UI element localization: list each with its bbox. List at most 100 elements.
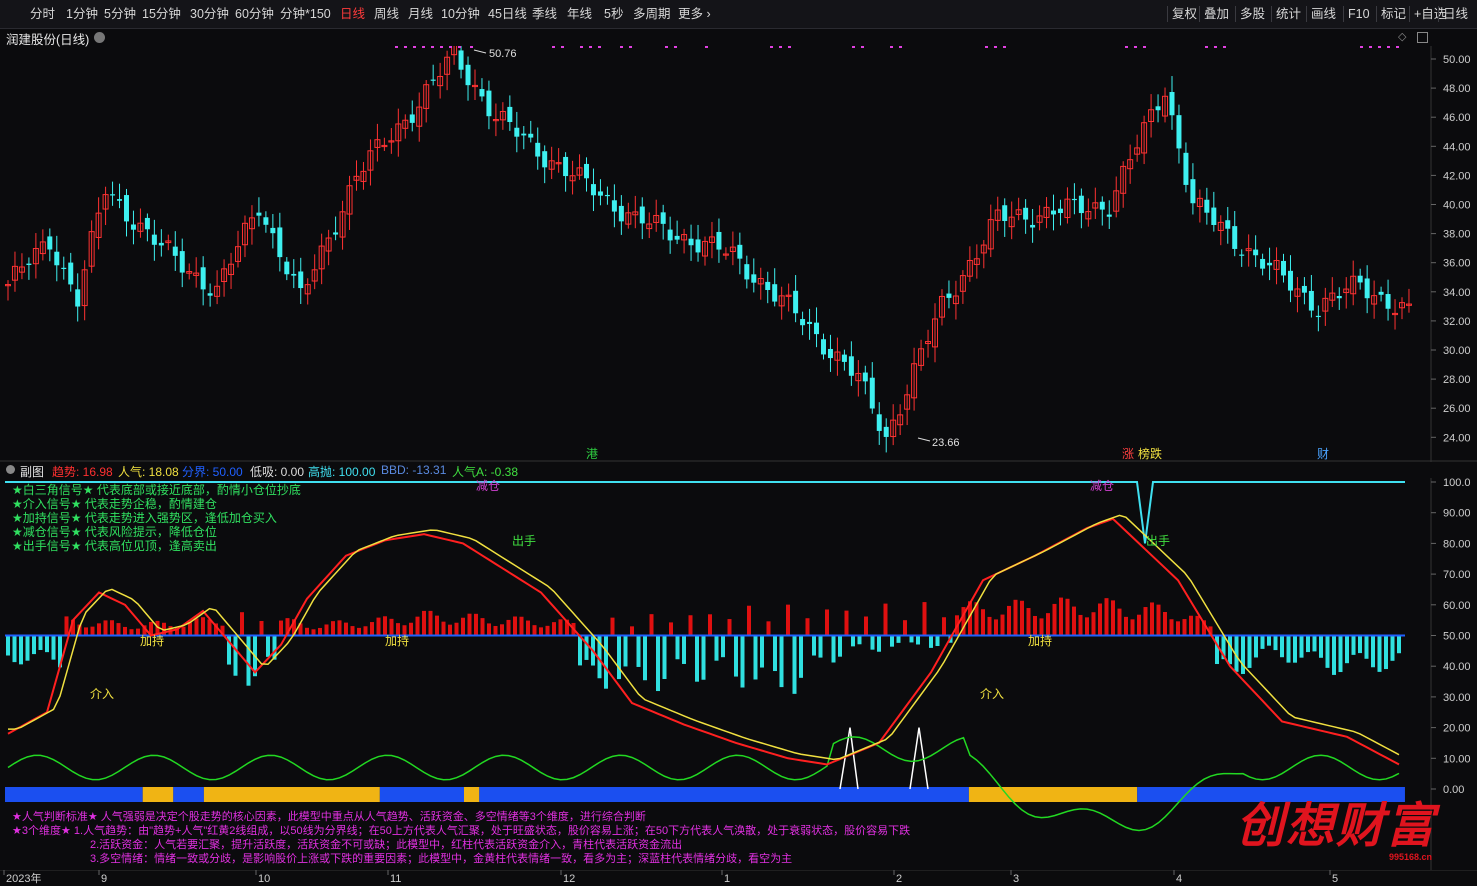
capital-in-bar (376, 617, 381, 636)
capital-out-bar (799, 635, 803, 678)
capital-in-bar (1130, 619, 1135, 636)
candle-body (1002, 205, 1008, 222)
capital-in-bar (201, 617, 205, 636)
x-tick-label: 1 (724, 873, 730, 885)
capital-in-bar (552, 622, 556, 636)
toolbar-right-2[interactable]: 多股 (1240, 0, 1265, 28)
sentiment-bar (5, 787, 143, 802)
candle-body (1106, 214, 1112, 217)
toolbar-right-1[interactable]: 叠加 (1204, 0, 1229, 28)
capital-out-bar (584, 635, 589, 660)
capital-in-bar (1111, 600, 1115, 636)
capital-in-bar (428, 610, 433, 636)
capital-out-bar (1241, 635, 1245, 674)
candle-body (820, 339, 826, 355)
toolbar-right-4[interactable]: 画线 (1311, 0, 1336, 28)
capital-in-bar (1046, 613, 1050, 636)
candle-body (486, 90, 492, 117)
toolbar-right-8[interactable]: 日线 (1443, 0, 1468, 28)
diamond-icon[interactable]: ◇ (1398, 30, 1406, 43)
legend-line: ★介入信号★ 代表走势企稳，酌情建仓 (12, 496, 217, 511)
toolbar-item-6[interactable]: 分钟*150 (280, 0, 331, 28)
candle-body (207, 293, 213, 296)
capital-out-bar (1364, 635, 1369, 659)
toolbar-item-11[interactable]: 45日线 (488, 0, 527, 28)
signal-dot (580, 46, 583, 48)
toolbar-item-14[interactable]: 5秒 (604, 0, 623, 28)
capital-in-bar (610, 617, 615, 636)
candle-body (1315, 315, 1321, 318)
candle-body (430, 79, 436, 81)
candle-body (1169, 92, 1175, 116)
toolbar-separator (1343, 6, 1344, 22)
toolbar-item-5[interactable]: 60分钟 (235, 0, 274, 28)
candle-body (270, 227, 276, 234)
capital-in-bar (708, 614, 712, 636)
signal-dot (404, 46, 407, 48)
capital-out-bar (1280, 635, 1284, 658)
toolbar-item-10[interactable]: 10分钟 (441, 0, 480, 28)
y-tick-label: 36.00 (1443, 258, 1471, 270)
candle-body (68, 262, 74, 285)
settings-circle-icon[interactable] (94, 32, 105, 43)
legend-line: ★加持信号★ 代表走势进入强势区，逢低加仓买入 (12, 510, 277, 525)
toolbar-item-2[interactable]: 5分钟 (104, 0, 136, 28)
capital-in-bar (903, 620, 907, 636)
toolbar-item-0[interactable]: 分时 (30, 0, 55, 28)
capital-out-bar (818, 635, 823, 658)
signal-dot (458, 46, 461, 48)
toolbar-right-0[interactable]: 复权 (1172, 0, 1197, 28)
capital-out-bar (870, 635, 875, 650)
capital-in-bar (1169, 619, 1174, 636)
signal-dot (620, 46, 623, 48)
toolbar-separator (1376, 6, 1377, 22)
candle-body (618, 205, 624, 222)
toolbar-item-3[interactable]: 15分钟 (142, 0, 181, 28)
toolbar-item-16[interactable]: 更多 › (678, 0, 711, 28)
x-tick-label: 9 (101, 873, 107, 885)
sentiment-bar (464, 787, 480, 802)
capital-out-bar (1345, 635, 1349, 664)
capital-in-bar (1137, 614, 1141, 636)
toolbar-item-1[interactable]: 1分钟 (66, 0, 98, 28)
toolbar-item-4[interactable]: 30分钟 (190, 0, 229, 28)
signal-dot (705, 46, 708, 48)
signal-dot (629, 46, 632, 48)
window-toggle-icon[interactable] (1417, 32, 1428, 43)
y-tick-label: 40.00 (1443, 661, 1471, 673)
toolbar-right-3[interactable]: 统计 (1276, 0, 1301, 28)
candle-body (590, 184, 596, 196)
low-label: 23.66 (932, 437, 960, 449)
signal-dot (395, 46, 398, 48)
sentiment-bar (479, 787, 969, 802)
toolbar-item-12[interactable]: 季线 (532, 0, 557, 28)
capital-in-bar (116, 623, 121, 636)
toolbar-item-9[interactable]: 月线 (408, 0, 433, 28)
candle-body (841, 354, 847, 362)
capital-in-bar (331, 621, 335, 636)
y-tick-label: 30.00 (1443, 692, 1471, 704)
toolbar-right-7[interactable]: +自选 (1414, 0, 1446, 28)
toolbar-right-5[interactable]: F10 (1348, 0, 1370, 28)
toolbar-item-15[interactable]: 多周期 (633, 0, 671, 28)
candle-body (1211, 207, 1217, 226)
y-tick-label: 10.00 (1443, 753, 1471, 765)
toolbar-item-7[interactable]: 日线 (340, 0, 365, 28)
y-tick-label: 50.00 (1443, 54, 1471, 66)
candle-body (848, 356, 854, 376)
capital-in-bar (240, 612, 244, 636)
candle-body (144, 217, 150, 230)
capital-out-bar (773, 635, 777, 672)
capital-out-bar (1228, 635, 1232, 665)
toolbar-right-6[interactable]: 标记 (1381, 0, 1406, 28)
y-tick-label: 20.00 (1443, 723, 1471, 735)
capital-out-bar (935, 635, 940, 646)
capital-out-bar (682, 635, 686, 664)
candle-body (54, 251, 60, 266)
toolbar-item-8[interactable]: 周线 (374, 0, 399, 28)
candle-body (674, 235, 680, 240)
toolbar-item-13[interactable]: 年线 (567, 0, 592, 28)
candle-body (117, 199, 123, 201)
capital-out-bar (38, 635, 43, 650)
capital-in-bar (1117, 608, 1122, 636)
